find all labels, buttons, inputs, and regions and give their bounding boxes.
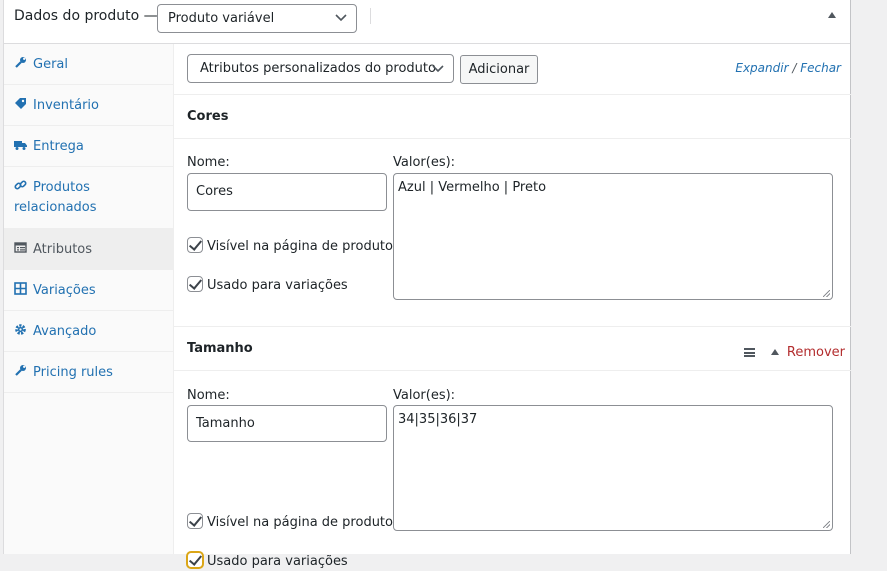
attributes-panel: Atributos personalizados do produto Adic…: [174, 44, 851, 569]
resize-grip-icon[interactable]: [823, 521, 830, 528]
link-icon: [14, 180, 27, 190]
attribute-taxonomy-select[interactable]: Atributos personalizados do produto: [187, 54, 454, 83]
tab-inventario[interactable]: Inventário: [4, 85, 173, 126]
visible-label: Visível na página de produto: [207, 239, 393, 254]
attribute-header[interactable]: Cores: [174, 95, 851, 139]
panel-title: Dados do produto —: [14, 8, 158, 24]
grid-icon: [14, 282, 27, 295]
collapse-attribute-icon[interactable]: [771, 349, 779, 355]
attribute-block-tamanho: Tamanho Remover Nome: Valor(es): Tamanho…: [174, 327, 851, 569]
visible-on-product-page-option[interactable]: Visível na página de produto: [187, 237, 393, 255]
chevron-down-icon: [432, 65, 444, 73]
product-data-tabs: Geral Inventário Entrega Produtos relaci…: [4, 44, 174, 554]
variation-label: Usado para variações: [207, 554, 348, 569]
attribute-name-input[interactable]: Cores: [187, 173, 387, 211]
tab-label: Variações: [33, 283, 96, 298]
visible-label: Visível na página de produto: [207, 515, 393, 530]
attribute-values-textarea[interactable]: Azul | Vermelho | Preto: [393, 173, 833, 300]
wrench-icon: [15, 365, 26, 376]
expand-all-link[interactable]: Expandir: [735, 61, 788, 75]
wrench-icon: [15, 57, 26, 68]
tab-atributos[interactable]: Atributos: [4, 229, 173, 270]
resize-grip-icon[interactable]: [823, 290, 830, 297]
visible-checkbox[interactable]: [187, 513, 203, 529]
attribute-block-cores: Cores Nome: Valor(es): Cores Azul | Verm…: [174, 95, 851, 327]
name-label: Nome:: [187, 155, 230, 170]
truck-icon: [14, 141, 27, 150]
list-icon: [14, 242, 27, 253]
expand-close-links: Expandir / Fechar: [735, 61, 841, 75]
used-for-variations-option[interactable]: Usado para variações: [187, 552, 348, 570]
tab-variacoes[interactable]: Variações: [4, 270, 173, 311]
product-data-panel: Dados do produto — Produto variável Gera…: [3, 0, 851, 569]
tag-icon: [15, 98, 26, 109]
tab-label: Inventário: [33, 98, 99, 113]
add-attribute-button[interactable]: Adicionar: [460, 55, 538, 84]
tab-label: Avançado: [33, 324, 97, 339]
close-all-link[interactable]: Fechar: [800, 61, 841, 75]
chevron-down-icon: [335, 14, 347, 22]
attribute-name-input[interactable]: Tamanho: [187, 405, 387, 442]
attribute-values-text: 34|35|36|37: [398, 412, 478, 427]
visible-on-product-page-option[interactable]: Visível na página de produto: [187, 513, 393, 531]
variation-checkbox[interactable]: [187, 552, 203, 568]
tab-label: Entrega: [33, 139, 84, 154]
attribute-title: Cores: [187, 109, 229, 124]
values-label: Valor(es):: [393, 155, 456, 170]
attribute-values-textarea[interactable]: 34|35|36|37: [393, 405, 833, 531]
tab-label: Atributos: [33, 242, 93, 257]
variation-checkbox[interactable]: [187, 276, 203, 292]
tab-produtos-relacionados[interactable]: Produtos relacionados: [4, 167, 173, 229]
collapse-toggle-icon[interactable]: [828, 12, 836, 18]
tab-entrega[interactable]: Entrega: [4, 126, 173, 167]
visible-checkbox[interactable]: [187, 237, 203, 253]
product-type-select[interactable]: Produto variável: [157, 4, 357, 33]
tab-label: Pricing rules: [33, 365, 113, 380]
values-label: Valor(es):: [393, 388, 456, 403]
remove-attribute-link[interactable]: Remover: [787, 345, 845, 360]
attributes-toolbar: Atributos personalizados do produto Adic…: [174, 44, 851, 95]
panel-header: Dados do produto — Produto variável: [4, 0, 850, 44]
name-label: Nome:: [187, 388, 230, 403]
gear-icon: [15, 324, 26, 335]
attribute-title: Tamanho: [187, 341, 253, 356]
header-divider: [370, 8, 371, 24]
tab-geral[interactable]: Geral: [4, 44, 173, 85]
product-type-value: Produto variável: [168, 11, 275, 26]
attribute-header[interactable]: Tamanho Remover: [174, 327, 851, 371]
tab-pricing-rules[interactable]: Pricing rules: [4, 352, 173, 393]
variation-label: Usado para variações: [207, 278, 348, 293]
tab-avancado[interactable]: Avançado: [4, 311, 173, 352]
attribute-select-value: Atributos personalizados do produto: [200, 61, 436, 76]
attribute-values-text: Azul | Vermelho | Preto: [398, 180, 547, 195]
used-for-variations-option[interactable]: Usado para variações: [187, 276, 348, 294]
tab-label: Geral: [33, 57, 68, 72]
link-separator: /: [792, 61, 797, 75]
drag-handle-icon[interactable]: [744, 348, 755, 357]
